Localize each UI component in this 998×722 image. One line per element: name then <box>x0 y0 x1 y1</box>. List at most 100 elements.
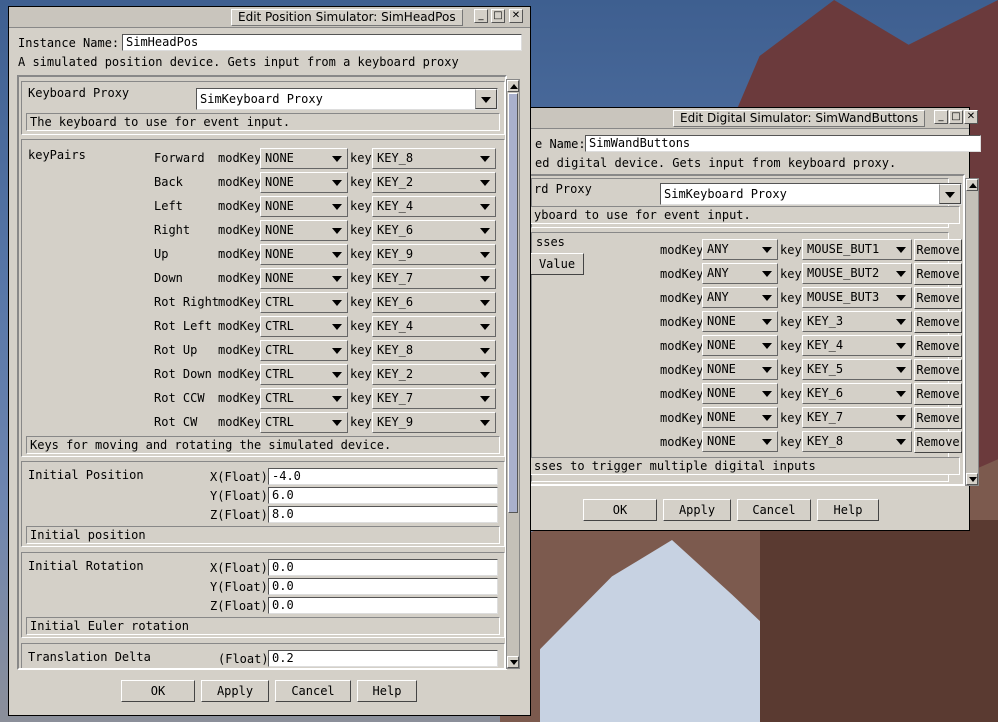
key-select[interactable]: KEY_2 <box>372 364 496 385</box>
close-icon[interactable]: ✕ <box>964 110 978 124</box>
modkey-select[interactable]: ANY <box>702 263 778 284</box>
modkey-select[interactable]: NONE <box>702 383 778 404</box>
remove-button[interactable]: Remove <box>914 359 962 381</box>
chevron-down-icon[interactable] <box>332 276 342 282</box>
remove-button[interactable]: Remove <box>914 407 962 429</box>
maximize-icon[interactable]: □ <box>949 110 963 124</box>
chevron-down-icon[interactable] <box>480 228 490 234</box>
modkey-select[interactable]: CTRL <box>260 364 348 385</box>
remove-button[interactable]: Remove <box>914 311 962 333</box>
modkey-select[interactable]: NONE <box>702 431 778 452</box>
chevron-down-icon[interactable] <box>762 343 772 349</box>
key-select[interactable]: KEY_6 <box>372 292 496 313</box>
keyboard-proxy-select[interactable]: SimKeyboard Proxy <box>660 183 962 205</box>
chevron-down-icon[interactable] <box>480 324 490 330</box>
remove-button[interactable]: Remove <box>914 263 962 285</box>
scroll-down-icon[interactable] <box>966 473 978 485</box>
chevron-down-icon[interactable] <box>762 391 772 397</box>
key-select[interactable]: KEY_9 <box>372 412 496 433</box>
modkey-select[interactable]: NONE <box>260 244 348 265</box>
key-select[interactable]: KEY_7 <box>372 268 496 289</box>
rotation-z-field[interactable]: 0.0 <box>268 597 498 614</box>
chevron-down-icon[interactable] <box>896 343 906 349</box>
chevron-down-icon[interactable] <box>480 396 490 402</box>
chevron-down-icon[interactable] <box>896 247 906 253</box>
remove-button[interactable]: Remove <box>914 335 962 357</box>
chevron-down-icon[interactable] <box>475 89 497 109</box>
scroll-thumb[interactable] <box>508 93 518 513</box>
key-select[interactable]: KEY_8 <box>372 340 496 361</box>
modkey-select[interactable]: CTRL <box>260 412 348 433</box>
key-select[interactable]: KEY_9 <box>372 244 496 265</box>
modkey-select[interactable]: CTRL <box>260 292 348 313</box>
modkey-select[interactable]: NONE <box>260 196 348 217</box>
chevron-down-icon[interactable] <box>896 391 906 397</box>
minimize-icon[interactable]: _ <box>934 110 948 124</box>
chevron-down-icon[interactable] <box>480 348 490 354</box>
chevron-down-icon[interactable] <box>896 367 906 373</box>
chevron-down-icon[interactable] <box>939 184 961 204</box>
position-x-field[interactable]: -4.0 <box>268 468 498 485</box>
key-select[interactable]: KEY_8 <box>802 431 912 452</box>
chevron-down-icon[interactable] <box>332 396 342 402</box>
remove-button[interactable]: Remove <box>914 383 962 405</box>
scroll-up-icon[interactable] <box>966 179 978 191</box>
modkey-select[interactable]: CTRL <box>260 388 348 409</box>
chevron-down-icon[interactable] <box>332 180 342 186</box>
cancel-button[interactable]: Cancel <box>275 680 351 702</box>
scroll-down-icon[interactable] <box>507 656 519 668</box>
chevron-down-icon[interactable] <box>332 156 342 162</box>
chevron-down-icon[interactable] <box>762 271 772 277</box>
chevron-down-icon[interactable] <box>896 319 906 325</box>
ok-button[interactable]: OK <box>583 499 657 521</box>
modkey-select[interactable]: ANY <box>702 287 778 308</box>
chevron-down-icon[interactable] <box>480 420 490 426</box>
modkey-select[interactable]: NONE <box>702 407 778 428</box>
remove-button[interactable]: Remove <box>914 239 962 261</box>
chevron-down-icon[interactable] <box>480 180 490 186</box>
chevron-down-icon[interactable] <box>332 300 342 306</box>
key-select[interactable]: KEY_7 <box>372 388 496 409</box>
chevron-down-icon[interactable] <box>480 372 490 378</box>
cancel-button[interactable]: Cancel <box>737 499 811 521</box>
rotation-x-field[interactable]: 0.0 <box>268 559 498 576</box>
modkey-select[interactable]: NONE <box>702 311 778 332</box>
chevron-down-icon[interactable] <box>896 271 906 277</box>
modkey-select[interactable]: NONE <box>702 359 778 380</box>
chevron-down-icon[interactable] <box>480 276 490 282</box>
key-select[interactable]: KEY_8 <box>372 148 496 169</box>
chevron-down-icon[interactable] <box>762 319 772 325</box>
chevron-down-icon[interactable] <box>762 367 772 373</box>
key-select[interactable]: KEY_4 <box>802 335 912 356</box>
chevron-down-icon[interactable] <box>332 348 342 354</box>
apply-button[interactable]: Apply <box>201 680 269 702</box>
key-select[interactable]: KEY_2 <box>372 172 496 193</box>
chevron-down-icon[interactable] <box>762 439 772 445</box>
chevron-down-icon[interactable] <box>896 415 906 421</box>
key-select[interactable]: KEY_5 <box>802 359 912 380</box>
position-y-field[interactable]: 6.0 <box>268 487 498 504</box>
key-select[interactable]: KEY_7 <box>802 407 912 428</box>
modkey-select[interactable]: NONE <box>260 268 348 289</box>
position-simulator-titlebar[interactable]: Edit Position Simulator: SimHeadPos _ □ … <box>9 7 530 28</box>
key-select[interactable]: KEY_4 <box>372 316 496 337</box>
modkey-select[interactable]: CTRL <box>260 340 348 361</box>
ok-button[interactable]: OK <box>121 680 195 702</box>
remove-button[interactable]: Remove <box>914 431 962 453</box>
key-select[interactable]: KEY_4 <box>372 196 496 217</box>
chevron-down-icon[interactable] <box>332 228 342 234</box>
chevron-down-icon[interactable] <box>480 204 490 210</box>
instance-name-field[interactable]: SimHeadPos <box>122 34 522 51</box>
chevron-down-icon[interactable] <box>480 252 490 258</box>
help-button[interactable]: Help <box>817 499 879 521</box>
chevron-down-icon[interactable] <box>896 295 906 301</box>
help-button[interactable]: Help <box>357 680 417 702</box>
close-icon[interactable]: ✕ <box>509 9 523 23</box>
key-select[interactable]: MOUSE_BUT2 <box>802 263 912 284</box>
key-select[interactable]: KEY_6 <box>802 383 912 404</box>
key-select[interactable]: KEY_6 <box>372 220 496 241</box>
chevron-down-icon[interactable] <box>332 372 342 378</box>
modkey-select[interactable]: ANY <box>702 239 778 260</box>
digital-vertical-scrollbar[interactable] <box>965 178 979 486</box>
modkey-select[interactable]: NONE <box>260 148 348 169</box>
